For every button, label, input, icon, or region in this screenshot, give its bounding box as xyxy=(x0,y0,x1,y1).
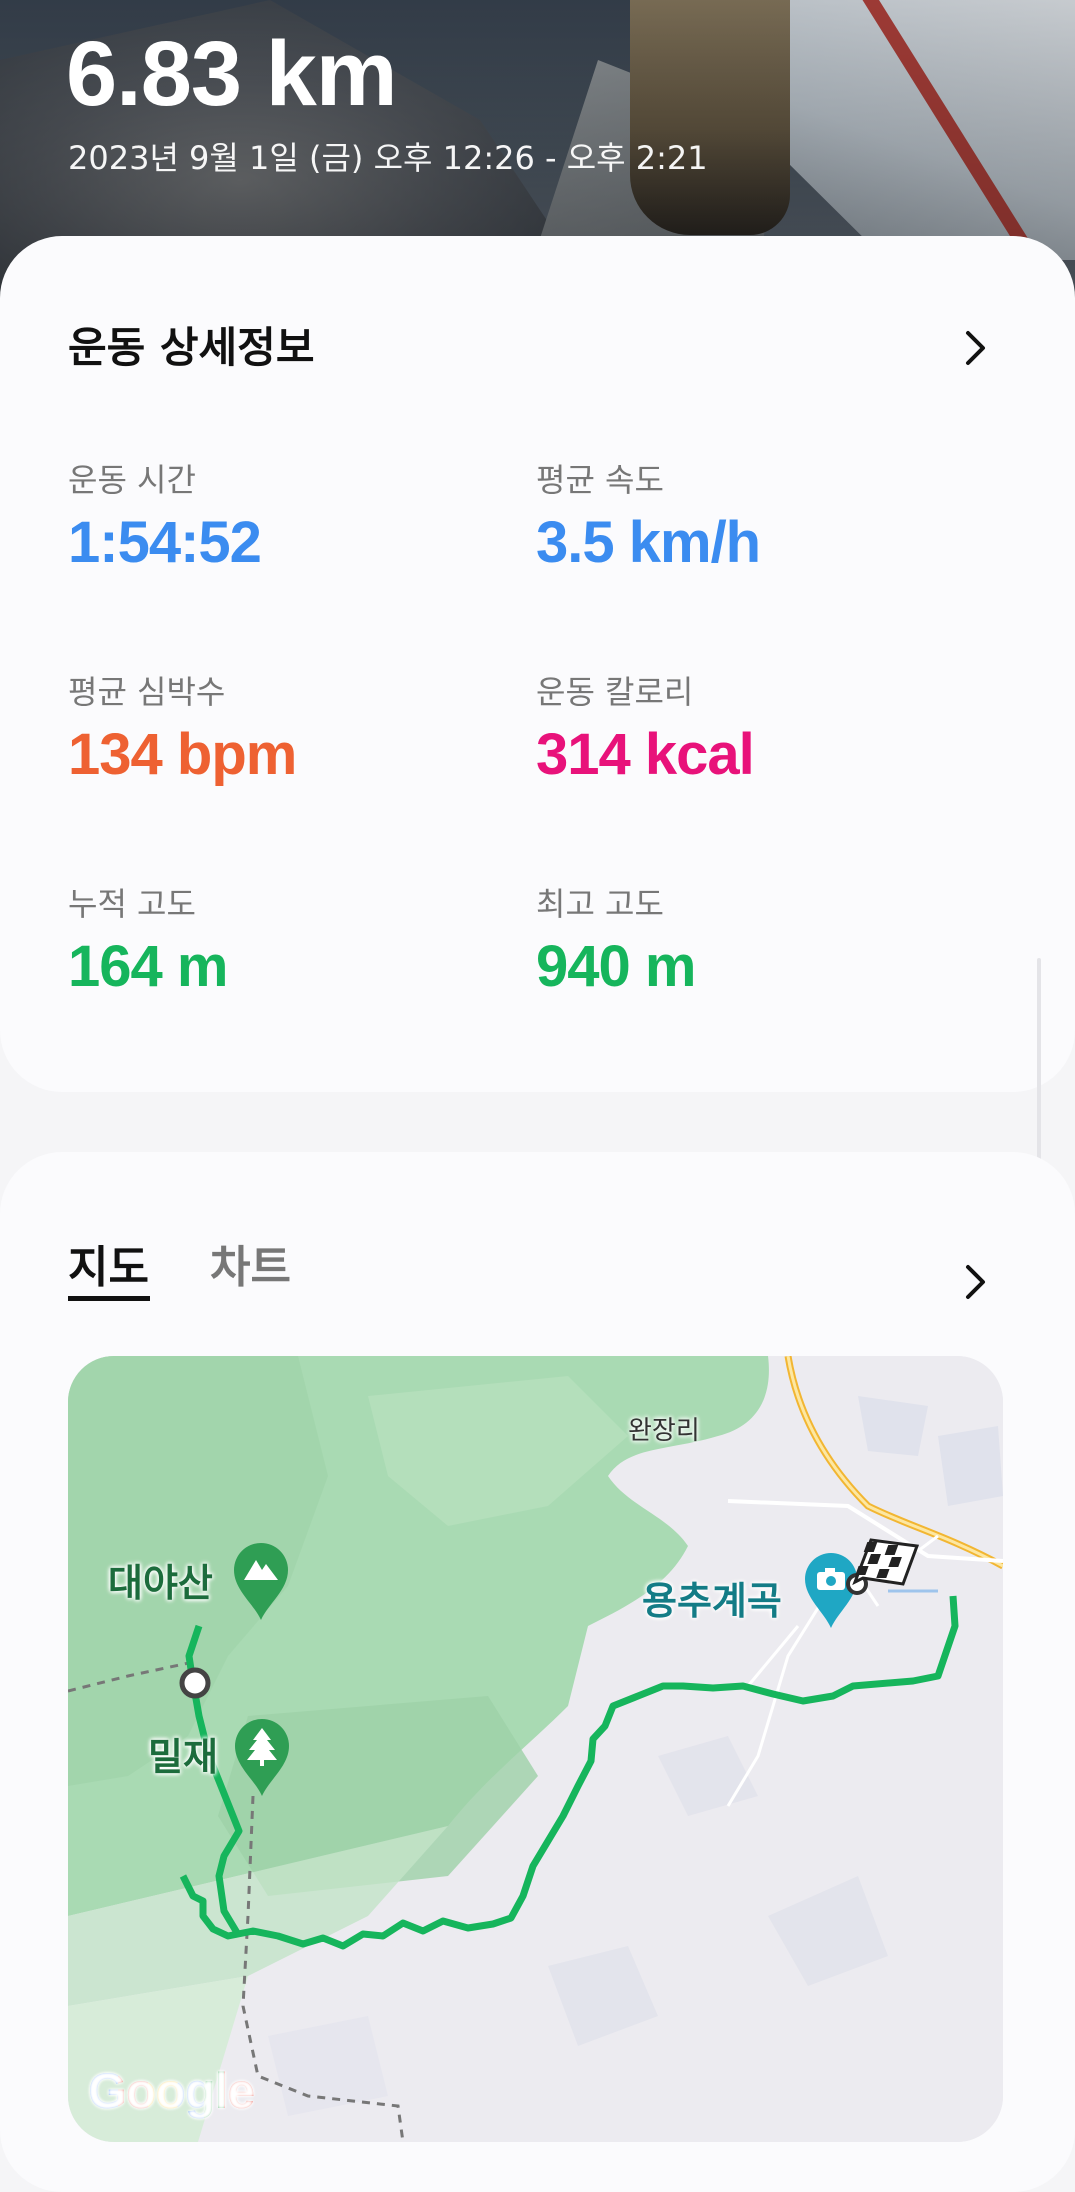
tab-chart[interactable]: 차트 xyxy=(210,1238,291,1298)
details-title: 운동 상세정보 xyxy=(68,323,315,372)
stat-value-calories: 314 kcal xyxy=(536,722,755,787)
start-marker-icon xyxy=(179,1667,211,1699)
stat-value-duration: 1:54:52 xyxy=(68,510,262,575)
map-label-pass: 밀재 xyxy=(148,1735,218,1779)
map-label-valley: 용추계곡 xyxy=(642,1579,782,1623)
stat-value-avg-heart-rate: 134 bpm xyxy=(68,722,297,787)
map-card: 지도 차트 완장리 대야산 밀재 용추계곡 Google xyxy=(0,1152,1075,2192)
google-logo-text: Google xyxy=(88,2063,255,2119)
workout-distance: 6.83 km xyxy=(66,23,398,125)
workout-details-card: 운동 상세정보 운동 시간 1:54:52 평균 속도 3.5 km/h 평균 … xyxy=(0,236,1075,1092)
workout-date-range: 2023년 9월 1일 (금) 오후 12:26 - 오후 2:21 xyxy=(68,139,708,177)
google-logo: Google xyxy=(88,2062,255,2120)
stat-value-elevation-gain: 164 m xyxy=(68,934,228,999)
stat-value-avg-speed: 3.5 km/h xyxy=(536,510,761,575)
finish-flag-icon xyxy=(846,1538,920,1595)
tab-map-indicator xyxy=(68,1296,150,1301)
route-map[interactable]: 완장리 대야산 밀재 용추계곡 Google xyxy=(68,1356,1003,2142)
mountain-pin-icon xyxy=(234,1543,288,1620)
stat-label-calories: 운동 칼로리 xyxy=(536,673,694,711)
stat-label-max-altitude: 최고 고도 xyxy=(536,885,664,923)
stat-label-avg-heart-rate: 평균 심박수 xyxy=(68,673,226,711)
chevron-right-icon[interactable] xyxy=(955,1262,995,1302)
tree-pin-icon xyxy=(235,1719,289,1796)
map-label-mountain: 대야산 xyxy=(108,1561,213,1605)
stat-label-duration: 운동 시간 xyxy=(68,461,196,499)
map-label-village: 완장리 xyxy=(628,1416,700,1446)
tab-map[interactable]: 지도 xyxy=(68,1238,149,1298)
stat-label-avg-speed: 평균 속도 xyxy=(536,461,664,499)
chevron-right-icon[interactable] xyxy=(955,328,995,368)
stat-value-max-altitude: 940 m xyxy=(536,934,696,999)
stat-label-elevation-gain: 누적 고도 xyxy=(68,885,196,923)
